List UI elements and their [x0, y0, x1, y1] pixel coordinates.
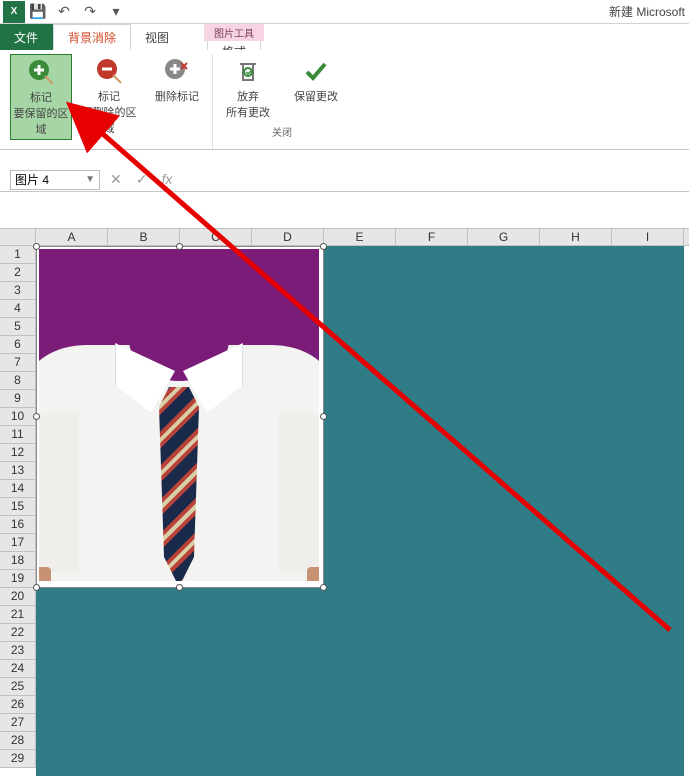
ribbon-label: 要删除的区域	[80, 104, 138, 136]
row-header[interactable]: 21	[0, 606, 36, 624]
qat-redo-button[interactable]: ↷	[77, 1, 103, 23]
name-box[interactable]: 图片 4 ▼	[10, 170, 100, 190]
row-header[interactable]: 15	[0, 498, 36, 516]
resize-handle[interactable]	[33, 243, 40, 250]
excel-app-icon: X	[3, 1, 25, 23]
tab-background-removal[interactable]: 背景消除	[53, 24, 131, 50]
ribbon-group-label: 关闭	[272, 122, 292, 143]
contextual-tab-header: 图片工具	[204, 24, 264, 41]
row-header[interactable]: 27	[0, 714, 36, 732]
column-header[interactable]: I	[612, 229, 684, 245]
plus-circle-icon	[26, 57, 56, 87]
row-header[interactable]: 6	[0, 336, 36, 354]
ribbon-label: 放弃	[237, 88, 259, 104]
discard-all-changes-button[interactable]: 放弃 所有更改	[217, 54, 279, 122]
column-headers: ABCDEFGHI	[0, 228, 689, 246]
column-header[interactable]: E	[324, 229, 396, 245]
resize-handle[interactable]	[33, 413, 40, 420]
resize-handle[interactable]	[176, 584, 183, 591]
row-header[interactable]: 1	[0, 246, 36, 264]
column-header[interactable]: D	[252, 229, 324, 245]
picture-content	[39, 249, 319, 581]
row-header[interactable]: 14	[0, 480, 36, 498]
ribbon: 标记 要保留的区域 标记 要删除的区域 删除标记	[0, 50, 689, 150]
column-header[interactable]: A	[36, 229, 108, 245]
row-header[interactable]: 12	[0, 444, 36, 462]
row-header[interactable]: 24	[0, 660, 36, 678]
qat-undo-button[interactable]: ↶	[51, 1, 77, 23]
trash-recycle-icon	[233, 56, 263, 86]
delete-circle-icon	[162, 56, 192, 86]
qat-save-button[interactable]: 💾	[25, 1, 51, 23]
row-header[interactable]: 20	[0, 588, 36, 606]
row-header[interactable]: 29	[0, 750, 36, 768]
keep-changes-button[interactable]: 保留更改	[285, 54, 347, 122]
ribbon-label: 标记	[98, 88, 120, 104]
tab-file[interactable]: 文件	[0, 24, 53, 50]
tab-view[interactable]: 视图	[131, 24, 184, 50]
ribbon-label: 删除标记	[155, 88, 199, 104]
row-header[interactable]: 3	[0, 282, 36, 300]
row-header[interactable]: 16	[0, 516, 36, 534]
resize-handle[interactable]	[176, 243, 183, 250]
row-header[interactable]: 17	[0, 534, 36, 552]
row-header[interactable]: 25	[0, 678, 36, 696]
row-header[interactable]: 11	[0, 426, 36, 444]
ribbon-group-refine: 标记 要保留的区域 标记 要删除的区域 删除标记	[6, 54, 213, 149]
formula-bar: 图片 4 ▼ ✕ ✓ fx	[0, 168, 689, 192]
row-header[interactable]: 10	[0, 408, 36, 426]
ribbon-label: 要保留的区域	[13, 105, 69, 137]
row-header[interactable]: 4	[0, 300, 36, 318]
grid-rows: 1234567891011121314151617181920212223242…	[0, 246, 689, 768]
row-header[interactable]: 18	[0, 552, 36, 570]
row-header[interactable]: 8	[0, 372, 36, 390]
window-title: 新建 Microsoft	[609, 3, 685, 20]
delete-mark-button[interactable]: 删除标记	[146, 54, 208, 140]
name-box-value: 图片 4	[15, 171, 49, 188]
shirt-figure	[39, 311, 319, 581]
ribbon-group-label	[108, 140, 111, 157]
column-header[interactable]: B	[108, 229, 180, 245]
column-header[interactable]: G	[468, 229, 540, 245]
resize-handle[interactable]	[33, 584, 40, 591]
mark-areas-to-keep-button[interactable]: 标记 要保留的区域	[10, 54, 72, 140]
row-header[interactable]: 19	[0, 570, 36, 588]
checkmark-icon	[301, 56, 331, 86]
row-header[interactable]: 22	[0, 624, 36, 642]
chevron-down-icon[interactable]: ▼	[85, 174, 95, 185]
row-header[interactable]: 28	[0, 732, 36, 750]
embedded-picture[interactable]	[36, 246, 324, 588]
enter-button[interactable]: ✓	[136, 171, 148, 188]
row-header[interactable]: 26	[0, 696, 36, 714]
resize-handle[interactable]	[320, 413, 327, 420]
ribbon-tabs: 文件 背景消除 视图 图片工具 格式	[0, 24, 689, 50]
insert-function-button[interactable]: fx	[161, 171, 172, 188]
row-header[interactable]: 9	[0, 390, 36, 408]
row-header[interactable]: 7	[0, 354, 36, 372]
minus-circle-icon	[94, 56, 124, 86]
column-header[interactable]: C	[180, 229, 252, 245]
row-header[interactable]: 23	[0, 642, 36, 660]
resize-handle[interactable]	[320, 243, 327, 250]
mark-areas-to-remove-button[interactable]: 标记 要删除的区域	[78, 54, 140, 140]
column-header[interactable]: F	[396, 229, 468, 245]
ribbon-label: 标记	[30, 89, 52, 105]
title-bar: X 💾 ↶ ↷ ▾ 新建 Microsoft	[0, 0, 689, 24]
resize-handle[interactable]	[320, 584, 327, 591]
worksheet-grid[interactable]: ABCDEFGHI 12 3456789 1	[0, 228, 689, 777]
cancel-button[interactable]: ✕	[110, 171, 122, 188]
qat-customize-button[interactable]: ▾	[103, 1, 129, 23]
ribbon-label: 保留更改	[294, 88, 338, 104]
row-header[interactable]: 2	[0, 264, 36, 282]
contextual-tab-group: 图片工具 格式	[204, 24, 264, 50]
row-header[interactable]: 5	[0, 318, 36, 336]
column-header[interactable]: H	[540, 229, 612, 245]
ribbon-label: 所有更改	[226, 104, 270, 120]
select-all-corner[interactable]	[0, 229, 36, 245]
row-header[interactable]: 13	[0, 462, 36, 480]
ribbon-group-close: 放弃 所有更改 保留更改 关闭	[213, 54, 351, 149]
